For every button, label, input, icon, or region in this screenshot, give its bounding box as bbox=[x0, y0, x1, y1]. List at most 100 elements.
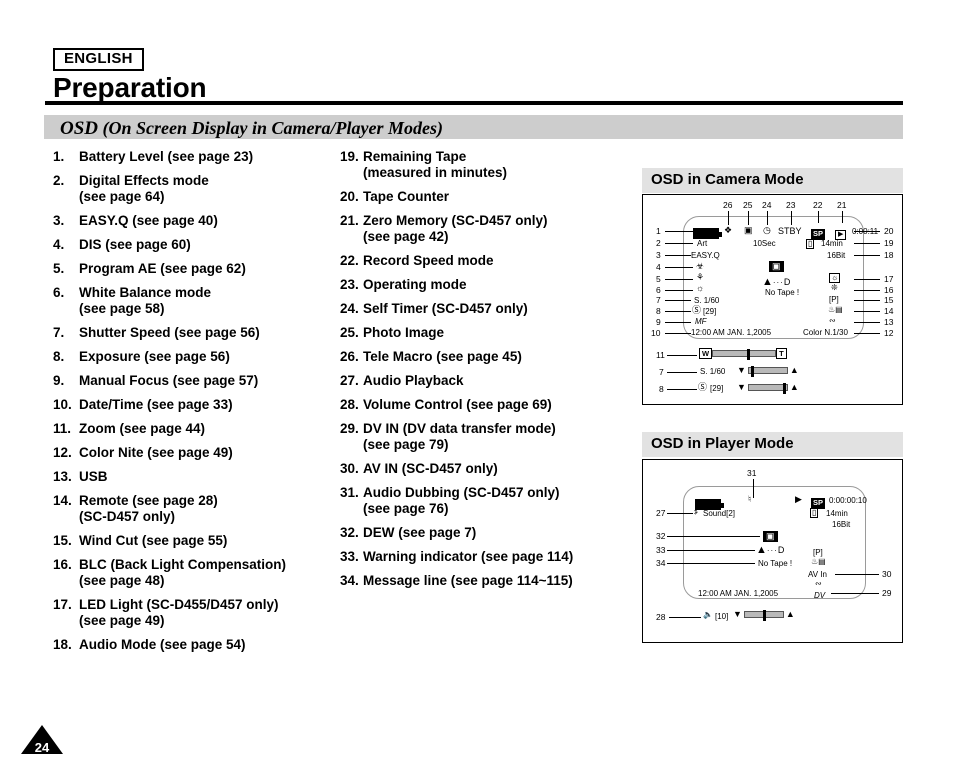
camera-leader-19 bbox=[854, 243, 880, 244]
list-item-number: 30. bbox=[340, 461, 359, 476]
list-item-text: DV IN (DV data transfer mode) (see page 7… bbox=[363, 421, 630, 453]
camera-callout-12: 12 bbox=[884, 328, 894, 338]
list-item: 6. White Balance mode (see page 58) bbox=[53, 285, 338, 317]
list-item-number: 23. bbox=[340, 277, 359, 292]
shutter-track[interactable] bbox=[747, 366, 788, 377]
list-item: 10. Date/Time (see page 33) bbox=[53, 397, 338, 413]
list-item-number: 16. bbox=[53, 557, 72, 572]
self-timer-seconds: 10Sec bbox=[753, 239, 776, 248]
camera-leader-11 bbox=[667, 355, 697, 356]
zoom-track[interactable] bbox=[712, 349, 777, 360]
list-item-line1: BLC (Back Light Compensation) bbox=[79, 557, 287, 572]
exposure-slider[interactable]: ▼ ▲ bbox=[737, 383, 799, 394]
list-item-text: Date/Time (see page 33) bbox=[79, 397, 338, 413]
remote-icon: ♨▤ bbox=[828, 305, 843, 314]
list-item-line2: (see page 76) bbox=[363, 501, 449, 516]
message-line-label: No Tape ! bbox=[765, 288, 800, 297]
volume-down-cap[interactable]: ▼ bbox=[733, 610, 742, 619]
volume-up-cap[interactable]: ▲ bbox=[786, 610, 795, 619]
camera-leader-8 bbox=[665, 311, 691, 312]
shutter-knob[interactable] bbox=[750, 366, 754, 377]
list-item-line1: Remaining Tape bbox=[363, 149, 467, 164]
shutter-down-cap[interactable]: ▼ bbox=[737, 366, 746, 375]
list-item: 33. Warning indicator (see page 114) bbox=[340, 549, 630, 565]
list-item-line1: Wind Cut (see page 55) bbox=[79, 533, 228, 548]
photo-image-icon: ▣ bbox=[744, 225, 753, 235]
camera-callout-7: 7 bbox=[656, 295, 661, 305]
list-item-line1: Shutter Speed (see page 56) bbox=[79, 325, 260, 340]
exposure-down-cap[interactable]: ▼ bbox=[737, 383, 746, 392]
program-ae-icon: ⚘ bbox=[696, 272, 705, 282]
player-callout-33: 33 bbox=[656, 545, 666, 555]
camera-leader-7 bbox=[665, 300, 691, 301]
tele-macro-icon: ❖ bbox=[724, 225, 733, 235]
list-item: 31. Audio Dubbing (SC-D457 only) (see page… bbox=[340, 485, 630, 517]
list-item-text: Program AE (see page 62) bbox=[79, 261, 338, 277]
camera-callout-11: 11 bbox=[656, 350, 665, 360]
usb-icon: ∾ bbox=[829, 316, 836, 325]
list-item: 19. Remaining Tape (measured in minutes) bbox=[340, 149, 630, 181]
camera-callout-9: 9 bbox=[656, 317, 661, 327]
camera-leader-13 bbox=[854, 322, 880, 323]
list-item-line1: Audio Playback bbox=[363, 373, 464, 388]
camera-callout-1: 1 bbox=[656, 226, 661, 236]
camera-callout-21: 21 bbox=[837, 200, 847, 210]
list-item-number: 1. bbox=[53, 149, 65, 164]
list-item: 3. EASY.Q (see page 40) bbox=[53, 213, 338, 229]
player-message-line-label: No Tape ! bbox=[758, 559, 793, 568]
player-leader-32 bbox=[667, 536, 760, 537]
camera-callout-13: 13 bbox=[884, 317, 894, 327]
list-item-number: 32. bbox=[340, 525, 359, 540]
volume-value: [10] bbox=[715, 612, 729, 621]
exposure-up-cap[interactable]: ▲ bbox=[790, 383, 799, 392]
camera-callout-8: 8 bbox=[656, 306, 661, 316]
list-item: 8. Exposure (see page 56) bbox=[53, 349, 338, 365]
player-audio-mode-label: 16Bit bbox=[832, 520, 851, 529]
player-leader-33 bbox=[667, 550, 755, 551]
list-item-line2: (see page 49) bbox=[79, 613, 165, 628]
list-item-number: 27. bbox=[340, 373, 359, 388]
player-program-ae-label: [P] bbox=[813, 548, 823, 557]
list-item: 32. DEW (see page 7) bbox=[340, 525, 630, 541]
list-item: 30. AV IN (SC-D457 only) bbox=[340, 461, 630, 477]
exposure-track[interactable] bbox=[747, 383, 788, 394]
camera-leader-2 bbox=[665, 243, 693, 244]
list-item-number: 7. bbox=[53, 325, 65, 340]
player-counter-label: 0:00:00:10 bbox=[829, 496, 867, 505]
list-item-number: 18. bbox=[53, 637, 72, 652]
list-item-line1: Audio Mode (see page 54) bbox=[79, 637, 246, 652]
list-item-text: Warning indicator (see page 114) bbox=[363, 549, 630, 565]
list-item-line1: Tele Macro (see page 45) bbox=[363, 349, 522, 364]
volume-track[interactable] bbox=[743, 610, 784, 621]
shutter-up-cap[interactable]: ▲ bbox=[790, 366, 799, 375]
list-item-text: Remote (see page 28) (SC-D457 only) bbox=[79, 493, 338, 525]
list-item: 24. Self Timer (SC-D457 only) bbox=[340, 301, 630, 317]
list-item-number: 10. bbox=[53, 397, 72, 412]
player-mode-osd-diagram: 31 ♮ ▶ SP 0:00:00:10 27 ♯ Sound[2] ▯ 14m… bbox=[642, 459, 903, 643]
list-item-line1: Self Timer (SC-D457 only) bbox=[363, 301, 528, 316]
shutter-slider[interactable]: ▼ ▲ bbox=[737, 366, 799, 377]
list-item: 2. Digital Effects mode (see page 64) bbox=[53, 173, 338, 205]
volume-knob[interactable] bbox=[762, 610, 766, 621]
list-item: 18. Audio Mode (see page 54) bbox=[53, 637, 338, 653]
zoom-slider[interactable]: W T bbox=[699, 348, 787, 360]
exposure-value: [29] bbox=[703, 307, 717, 316]
list-item-number: 34. bbox=[340, 573, 359, 588]
zoom-knob[interactable] bbox=[747, 349, 751, 360]
list-item: 15. Wind Cut (see page 55) bbox=[53, 533, 338, 549]
volume-slider[interactable]: ▼ ▲ bbox=[733, 610, 795, 621]
list-item-text: LED Light (SC-D455/D457 only) (see page 4… bbox=[79, 597, 338, 629]
camera-callout-15: 15 bbox=[884, 295, 894, 305]
camera-leader-24 bbox=[767, 211, 768, 225]
list-item-number: 5. bbox=[53, 261, 65, 276]
page-title: Preparation bbox=[53, 72, 207, 103]
camera-leader-26 bbox=[728, 211, 729, 225]
osd-item-list-left: 1. Battery Level (see page 23) 2. Digital E… bbox=[53, 149, 338, 661]
white-balance-icon: ☼ bbox=[696, 283, 705, 293]
section-header-bar: OSD (On Screen Display in Camera/Player … bbox=[44, 115, 903, 139]
exposure-knob[interactable] bbox=[782, 383, 786, 394]
player-eject-warning-icon: ▲···D bbox=[756, 544, 785, 556]
camera-leader-6 bbox=[665, 290, 693, 291]
dv-in-label: DV bbox=[814, 591, 826, 600]
camera-callout-3: 3 bbox=[656, 250, 661, 260]
